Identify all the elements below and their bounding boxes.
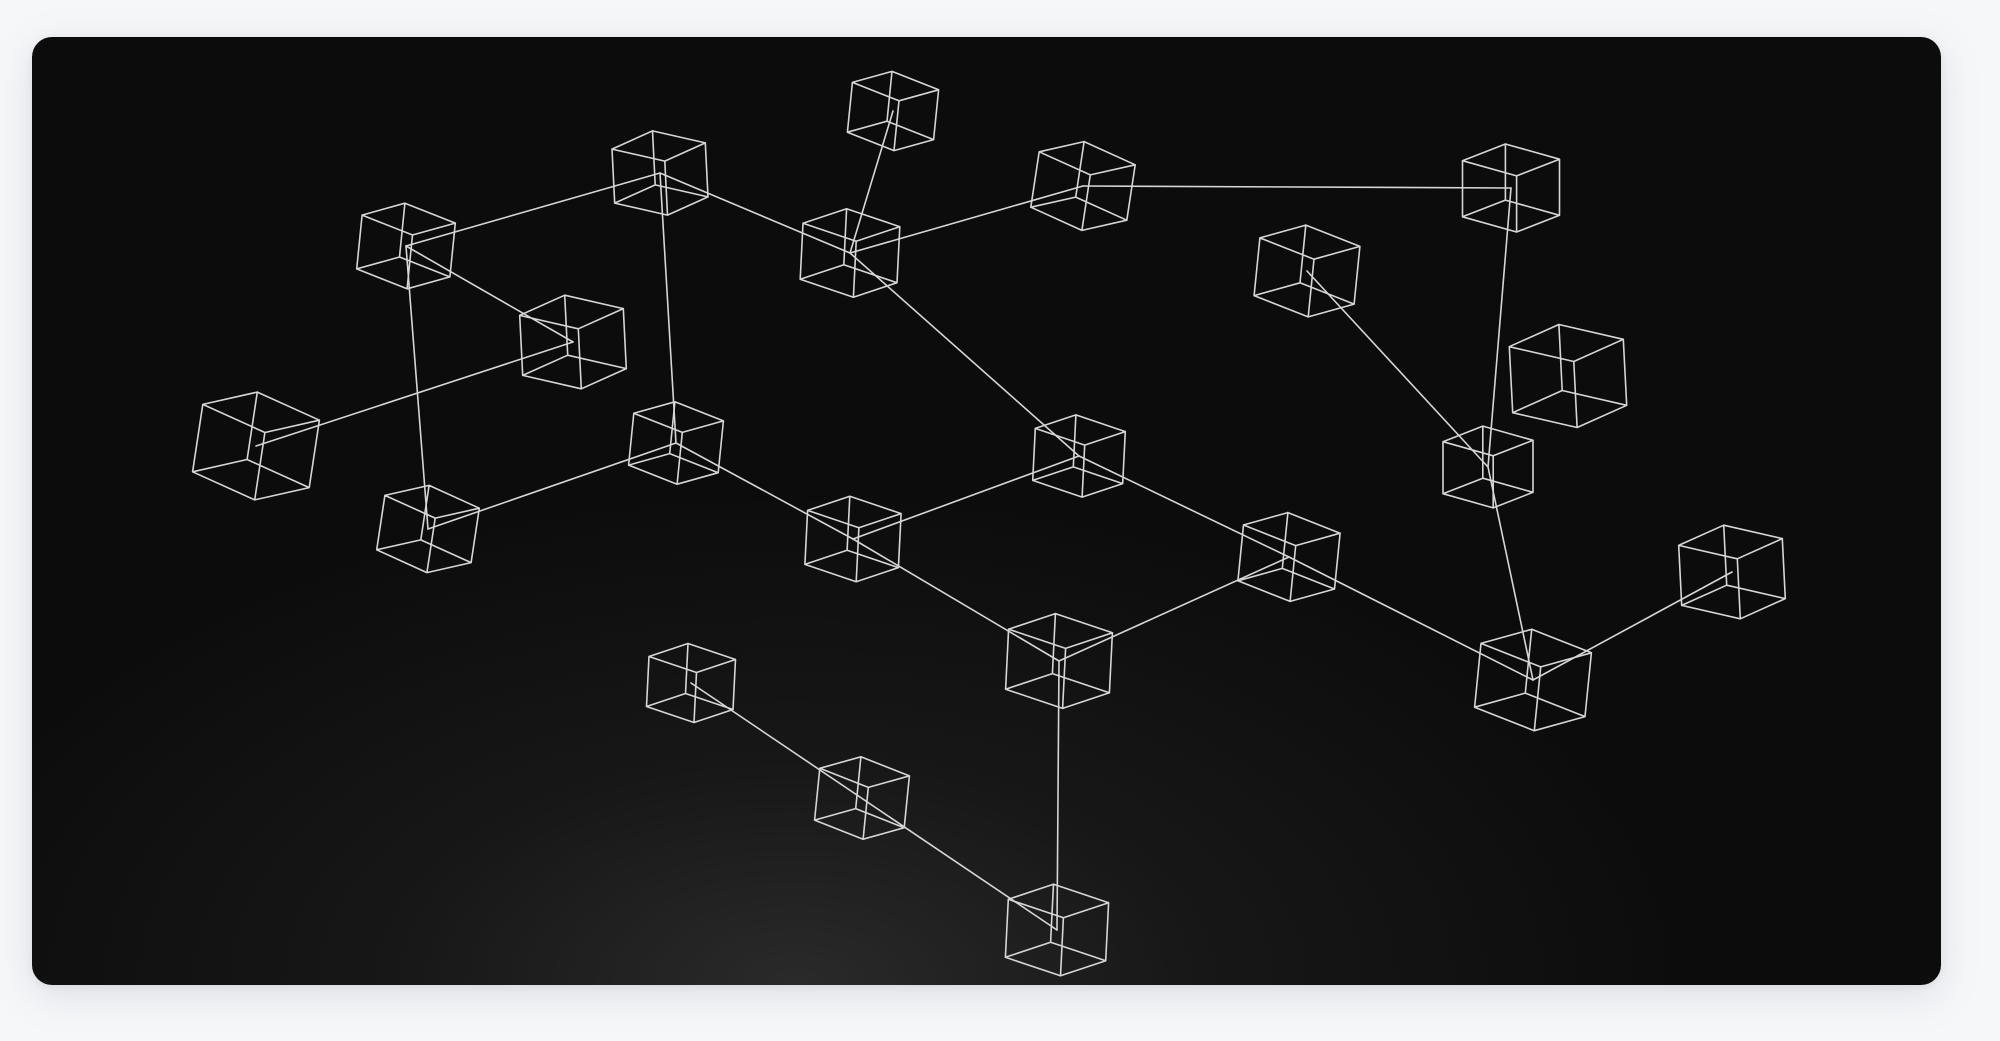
connection-line — [1056, 660, 1060, 931]
connection-line — [1058, 556, 1290, 662]
connection-line — [675, 442, 854, 540]
connection-line — [852, 538, 1060, 662]
connection-line — [690, 682, 1058, 931]
connection-line — [849, 185, 1084, 254]
connection-line — [1078, 455, 1290, 558]
connection-line — [1082, 185, 1512, 189]
cube-edges — [1508, 323, 1628, 429]
connection-line — [659, 172, 851, 254]
wireframe-cube-network — [191, 70, 1787, 977]
cubes — [191, 70, 1787, 977]
connection-line — [405, 172, 661, 247]
connection-line — [1532, 571, 1733, 681]
connection-line — [405, 245, 574, 343]
wireframe-cube — [1508, 323, 1628, 429]
connection-line — [852, 455, 1080, 540]
connection-line — [1306, 270, 1489, 468]
connection-line — [1288, 556, 1534, 681]
blockchain-illustration-card — [32, 37, 1941, 985]
connection-line — [427, 442, 677, 530]
page — [0, 0, 2000, 1041]
